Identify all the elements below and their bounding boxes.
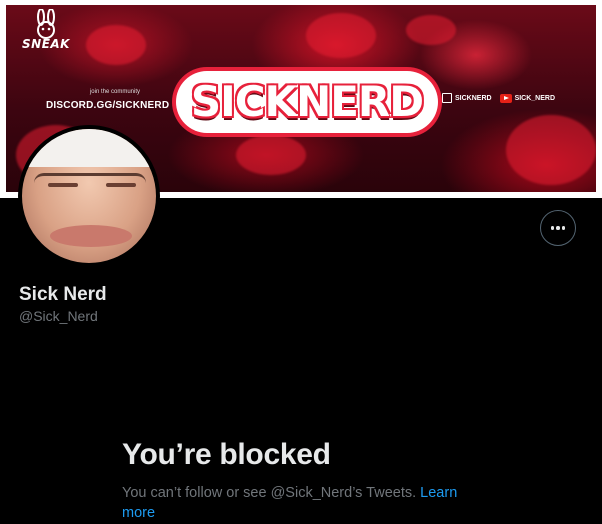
profile-page: SNEAK join the community DISCORD.GG/SICK… [0,0,602,524]
youtube-icon [499,93,512,103]
brand-name: SNEAK [22,37,70,51]
social-twitch: SICKNERD [442,93,492,103]
social-youtube-label: SICK_NERD [514,94,556,102]
blocked-description-text: You can’t follow or see @Sick_Nerd’s Twe… [122,485,417,501]
more-options-icon [550,226,555,230]
profile-avatar[interactable] [18,125,160,267]
community-caption: join the community [89,89,140,95]
discord-link-text: DISCORD.GG/SICKNERD [46,100,170,111]
more-options-button[interactable] [540,210,576,246]
blocked-description: You can’t follow or see @Sick_Nerd’s Twe… [122,483,482,523]
banner-socials: SICKNERD SICK_NERD [442,93,555,103]
sneak-brand: SNEAK [16,9,76,51]
profile-display-name: Sick Nerd [19,284,107,305]
profile-handle: @Sick_Nerd [19,308,98,324]
twitch-icon [442,93,452,103]
blocked-title: You’re blocked [122,438,331,471]
community-block: join the community DISCORD.GG/SICKNERD [46,89,170,113]
social-twitch-label: SICKNERD [455,94,492,102]
social-youtube: SICK_NERD [499,93,556,103]
banner-logo-text: SICKNERD [190,77,424,126]
bunny-logo-icon [37,9,55,39]
